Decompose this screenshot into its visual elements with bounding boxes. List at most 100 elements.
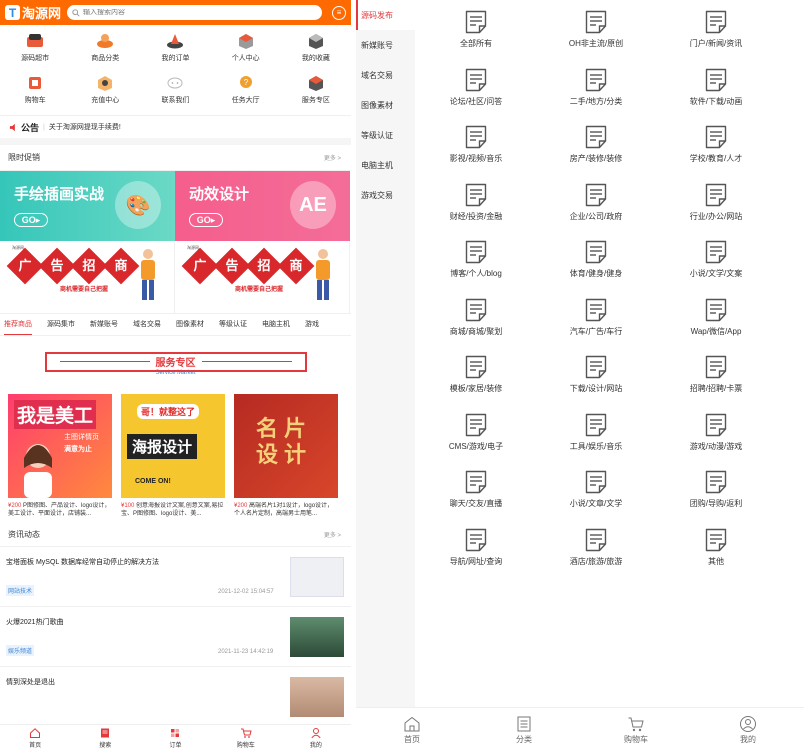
sidebar-item-image-assets[interactable]: 图像素材: [356, 90, 415, 120]
code-box-icon: [24, 31, 46, 51]
quick-item-recharge[interactable]: 充值中心: [70, 73, 140, 110]
category-grid-item[interactable]: 工具/娱乐/音乐: [536, 403, 656, 461]
category-grid-item[interactable]: 小说/文章/文学: [536, 460, 656, 518]
product-image[interactable]: 名片设计: [234, 394, 338, 498]
category-grid-item[interactable]: 聊天/交友/直播: [416, 460, 536, 518]
tab-code-market[interactable]: 源码集市: [47, 314, 75, 335]
tabbar-home[interactable]: 首页: [0, 725, 70, 751]
ad-slot[interactable]: 淘源网 广 告 招 商 商机需要自己把握: [0, 241, 175, 313]
quick-item-category[interactable]: 商品分类: [70, 31, 140, 68]
sidebar-item-pc-host[interactable]: 电脑主机: [356, 150, 415, 180]
flash-sale-more-link[interactable]: 更多 >: [324, 153, 341, 162]
document-icon: [463, 412, 489, 438]
category-grid-item[interactable]: 论坛/社区/问答: [416, 58, 536, 116]
category-grid-item[interactable]: 影视/视频/音乐: [416, 115, 536, 173]
category-grid-item[interactable]: 导航/网址/查询: [416, 518, 536, 576]
news-thumbnail[interactable]: [290, 677, 344, 717]
quick-item-task-hall[interactable]: ? 任务大厅: [211, 73, 281, 110]
tab-level-cert[interactable]: 等级认证: [219, 314, 247, 335]
notice-text[interactable]: 关于淘源网提现手续费!: [49, 122, 121, 132]
tabbar-home[interactable]: 首页: [356, 708, 468, 751]
category-grid-item[interactable]: CMS/游戏/电子: [416, 403, 536, 461]
category-grid-item[interactable]: 门户/新闻/资讯: [656, 0, 776, 58]
site-logo[interactable]: T 淘源网: [5, 3, 61, 22]
category-grid-item[interactable]: OH非主流/原创: [536, 0, 656, 58]
quick-item-service[interactable]: 服务专区: [281, 73, 351, 110]
category-grid-item[interactable]: 博客/个人/blog: [416, 230, 536, 288]
tab-image-assets[interactable]: 图像素材: [176, 314, 204, 335]
category-grid-item[interactable]: 学校/教育/人才: [656, 115, 776, 173]
category-grid-item[interactable]: 房产/装修/装修: [536, 115, 656, 173]
banner-motion-design[interactable]: 动效设计 GO ▸ AE: [175, 171, 350, 241]
category-grid-item[interactable]: 游戏/动漫/游戏: [656, 403, 776, 461]
category-grid-item[interactable]: 其他: [656, 518, 776, 576]
category-grid-item[interactable]: 招聘/招聘/卡票: [656, 345, 776, 403]
category-grid: 全部所有 OH非主流/原创 门户/新闻/资讯论坛/社区/问答 二手/地方/分类 软件/下…: [416, 0, 804, 575]
product-image[interactable]: 我是美工 主图详情页 满意为止: [8, 394, 112, 498]
banner-go-button[interactable]: GO ▸: [14, 213, 48, 227]
tabbar-search[interactable]: 搜索: [70, 725, 140, 751]
quick-item-favorites[interactable]: 我的收藏: [281, 31, 351, 68]
category-grid-item[interactable]: 小说/文学/文案: [656, 230, 776, 288]
news-section-title: 资讯动态: [8, 530, 40, 539]
product-card[interactable]: 名片设计 ¥200 高端名片1对1设计，logo设计，个人名片定制，高端男士用笔…: [234, 394, 338, 518]
news-item[interactable]: 宝塔面板 MySQL 数据库经常自动停止的解决方法 网站技术 2021-12-0…: [0, 547, 351, 607]
category-grid-item[interactable]: 行业/办公/网站: [656, 173, 776, 231]
product-image[interactable]: 哥！就整这了 海报设计 COME ON!: [121, 394, 225, 498]
category-grid-item[interactable]: 软件/下载/动画: [656, 58, 776, 116]
category-grid-item[interactable]: 酒店/旅游/旅游: [536, 518, 656, 576]
ad-slot[interactable]: 淘源网 广 告 招 商 商机需要自己把握: [175, 241, 350, 313]
tabbar-mine[interactable]: 我的: [692, 708, 804, 751]
tabbar-cart[interactable]: 购物车: [580, 708, 692, 751]
tab-domain-trade[interactable]: 域名交易: [133, 314, 161, 335]
news-tag[interactable]: 娱乐频道: [6, 645, 35, 656]
category-grid-item[interactable]: 财经/投资/金融: [416, 173, 536, 231]
sidebar-item-domain-trade[interactable]: 域名交易: [356, 60, 415, 90]
category-grid-item[interactable]: 企业/公司/政府: [536, 173, 656, 231]
sidebar-item-game-trade[interactable]: 游戏交易: [356, 180, 415, 210]
quick-item-user-center[interactable]: 个人中心: [211, 31, 281, 68]
quick-item-label: 联系我们: [161, 97, 190, 104]
category-grid-label: OH非主流/原创: [568, 39, 624, 48]
news-tag[interactable]: 网站技术: [6, 585, 35, 596]
quick-item-contact[interactable]: 联系我们: [140, 73, 210, 110]
tabbar-cart[interactable]: 购物车: [211, 725, 281, 751]
document-icon: [583, 412, 609, 438]
news-thumbnail[interactable]: [290, 617, 344, 657]
category-grid-item[interactable]: 体育/健身/健身: [536, 230, 656, 288]
sidebar-item-level-cert[interactable]: 等级认证: [356, 120, 415, 150]
news-thumbnail[interactable]: [290, 557, 344, 597]
tab-pc-host[interactable]: 电脑主机: [262, 314, 290, 335]
quick-item-cart[interactable]: 购物车: [0, 73, 70, 110]
banner-illustration[interactable]: 手绘插画实战 GO ▸ 🎨: [0, 171, 175, 241]
category-grid-item[interactable]: Wap/微信/App: [656, 288, 776, 346]
product-card[interactable]: 我是美工 主图详情页 满意为止 ¥200 P图修图、产品设计、logo设计，美工…: [8, 394, 112, 518]
category-grid-item[interactable]: 团购/导购/返利: [656, 460, 776, 518]
tab-recommended[interactable]: 推荐商品: [4, 314, 32, 335]
news-item[interactable]: 情到深处是退出: [0, 667, 351, 727]
sidebar-item-code-publish[interactable]: 源码发布: [356, 0, 415, 30]
category-grid-item[interactable]: 二手/地方/分类: [536, 58, 656, 116]
tabbar-mine[interactable]: 我的: [281, 725, 351, 751]
tab-media-accounts[interactable]: 新媒账号: [90, 314, 118, 335]
search-bar[interactable]: [67, 5, 322, 20]
news-item[interactable]: 火爆2021热门歌曲 娱乐频道 2021-11-23 14:42:19: [0, 607, 351, 667]
banner-go-button[interactable]: GO ▸: [189, 213, 223, 227]
sidebar-item-media-accounts[interactable]: 新媒账号: [356, 30, 415, 60]
tabbar-category[interactable]: 分类: [468, 708, 580, 751]
notice-bar[interactable]: 公告 | 关于淘源网提现手续费!: [0, 115, 351, 138]
tab-games[interactable]: 游戏: [305, 314, 319, 335]
category-grid-item[interactable]: 汽车/广告/车行: [536, 288, 656, 346]
quick-item-my-orders[interactable]: 我的订单: [140, 31, 210, 68]
category-grid-item[interactable]: 商城/商城/聚划: [416, 288, 536, 346]
category-grid-item[interactable]: 全部所有: [416, 0, 536, 58]
category-grid-item[interactable]: 模板/家居/装修: [416, 345, 536, 403]
task-icon: ?: [235, 73, 257, 93]
quick-item-code-market[interactable]: 源码超市: [0, 31, 70, 68]
menu-icon[interactable]: ≡: [332, 5, 346, 20]
search-input[interactable]: [83, 9, 284, 16]
product-card[interactable]: 哥！就整这了 海报设计 COME ON! ¥100 创意海报设计文案,创意文案,…: [121, 394, 225, 518]
category-grid-item[interactable]: 下载/设计/网站: [536, 345, 656, 403]
news-more-link[interactable]: 更多 >: [324, 530, 341, 539]
tabbar-orders[interactable]: 订单: [140, 725, 210, 751]
